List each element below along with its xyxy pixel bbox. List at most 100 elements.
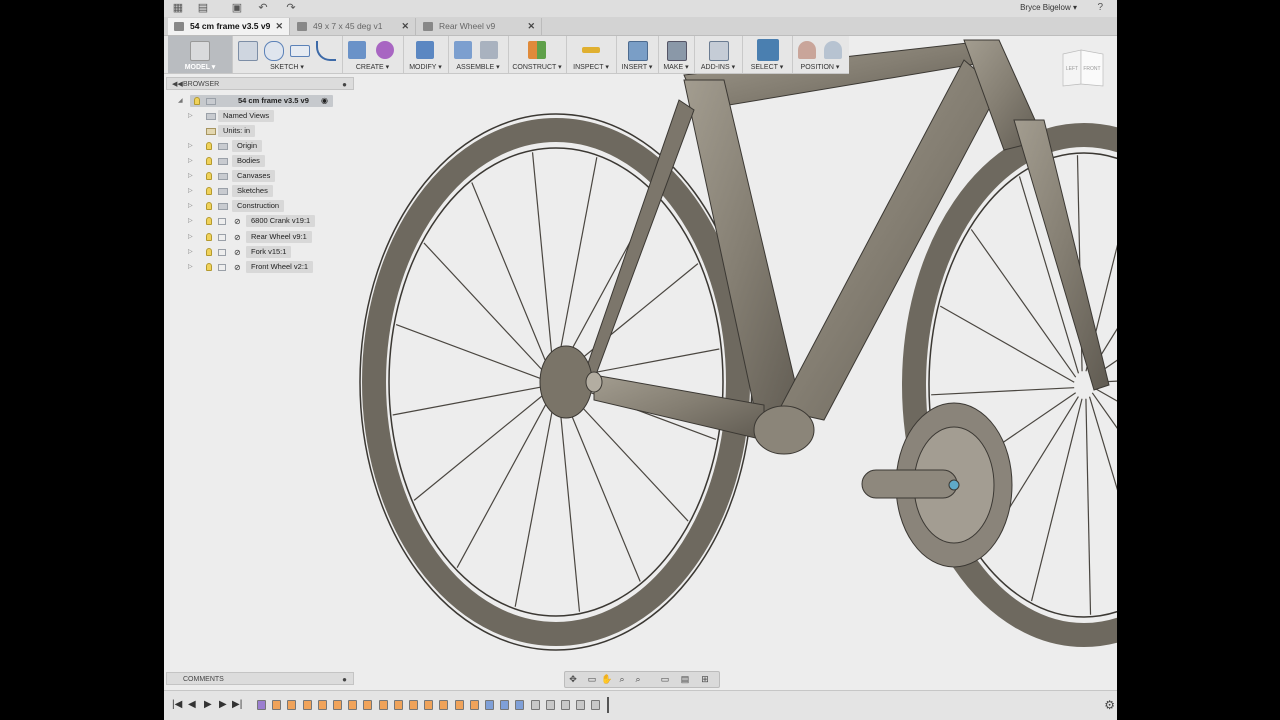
assemble-group[interactable]: ASSEMBLE ▾ [448, 36, 509, 73]
insert-group[interactable]: INSERT ▾ [616, 36, 659, 73]
expand-icon[interactable]: ▷ [188, 215, 193, 227]
pin-icon[interactable]: ● [342, 78, 347, 91]
comments-panel-header[interactable]: COMMENTS ● [166, 672, 354, 685]
timeline-feature[interactable] [576, 700, 586, 710]
tab-rear-wheel[interactable]: Rear Wheel v9 ✕ [417, 18, 542, 35]
timeline-feature[interactable] [591, 700, 601, 710]
visibility-bulb-icon[interactable] [206, 217, 212, 225]
timeline-feature[interactable] [454, 700, 464, 710]
orbit-icon[interactable]: ✥ [568, 674, 578, 684]
construct-group[interactable]: CONSTRUCT ▾ [508, 36, 567, 73]
pan-icon[interactable]: ✋ [601, 674, 612, 684]
new-component-icon[interactable] [454, 41, 472, 59]
visibility-bulb-icon[interactable] [206, 187, 212, 195]
timeline-feature[interactable] [469, 700, 479, 710]
redo-icon[interactable]: ↷ [284, 2, 298, 15]
close-icon[interactable]: ✕ [401, 18, 409, 35]
timeline-feature[interactable] [439, 700, 449, 710]
timeline-feature[interactable] [378, 700, 388, 710]
expand-icon[interactable]: ▷ [188, 170, 193, 182]
crank-arm[interactable] [861, 469, 958, 499]
viewports-icon[interactable]: ⊞ [700, 674, 710, 684]
timeline-feature[interactable] [257, 700, 266, 710]
close-icon[interactable]: ✕ [275, 18, 283, 35]
browser-panel-header[interactable]: ◀◀ BROWSER ● [166, 77, 354, 90]
expand-icon[interactable]: ▷ [188, 261, 193, 273]
inspect-group[interactable]: INSPECT ▾ [566, 36, 617, 73]
select-arrow-icon[interactable] [757, 39, 779, 61]
step-forward-button[interactable]: ▶ [219, 699, 227, 710]
help-icon[interactable]: ? [1097, 2, 1103, 13]
pin-icon[interactable]: ● [342, 673, 347, 686]
create-group[interactable]: CREATE ▾ [342, 36, 404, 73]
collapse-icon[interactable]: ◀◀ [172, 78, 183, 91]
timeline-feature[interactable] [317, 700, 327, 710]
go-to-start-button[interactable]: |◀ [172, 699, 182, 710]
visibility-bulb-icon[interactable] [194, 97, 200, 105]
undo-icon[interactable]: ↶ [256, 2, 270, 15]
timeline-feature[interactable] [485, 700, 494, 710]
select-group[interactable]: SELECT ▾ [742, 36, 793, 73]
display-settings-icon[interactable]: ▭ [660, 674, 670, 684]
modify-group[interactable]: MODIFY ▾ [403, 36, 449, 73]
capture-position-icon[interactable] [798, 41, 816, 59]
offset-plane-icon[interactable] [528, 41, 546, 59]
timeline-marker[interactable] [606, 697, 609, 713]
visibility-bulb-icon[interactable] [206, 142, 212, 150]
expand-icon[interactable]: ▷ [188, 185, 193, 197]
timeline-feature[interactable] [424, 700, 434, 710]
timeline-feature[interactable] [530, 700, 540, 710]
rear-hub-cassette[interactable] [539, 345, 593, 419]
timeline-feature[interactable] [348, 700, 358, 710]
look-at-icon[interactable]: ▭ [587, 674, 597, 684]
expand-icon[interactable]: ▷ [188, 140, 193, 152]
expand-icon[interactable]: ◢ [178, 95, 183, 107]
fork-blade[interactable] [1013, 119, 1110, 391]
fit-icon[interactable]: ⌕ [633, 674, 643, 684]
gear-icon[interactable]: ⚙ [1104, 698, 1115, 712]
sketch-create-icon[interactable] [238, 41, 258, 61]
expand-icon[interactable]: ▷ [188, 231, 193, 243]
tab-54cm-frame[interactable]: 54 cm frame v3.5 v9 ✕ [168, 18, 290, 35]
view-cube-left[interactable]: LEFT [1066, 66, 1078, 72]
make-group[interactable]: MAKE ▾ [658, 36, 695, 73]
zoom-icon[interactable]: ⌕ [617, 674, 627, 684]
extrude-icon[interactable] [348, 41, 366, 59]
add-ins-group[interactable]: ADD-INS ▾ [694, 36, 743, 73]
arc-icon[interactable] [264, 41, 284, 61]
user-menu[interactable]: Bryce Bigelow ▾ [1020, 3, 1077, 12]
timeline-feature[interactable] [545, 700, 555, 710]
measure-icon[interactable] [582, 47, 600, 53]
press-pull-icon[interactable] [416, 41, 434, 59]
sketch-group[interactable]: SKETCH ▾ [232, 36, 343, 73]
expand-icon[interactable]: ▷ [188, 246, 193, 258]
tab-49x7x45[interactable]: 49 x 7 x 45 deg v1 ✕ [291, 18, 416, 35]
visibility-bulb-icon[interactable] [206, 248, 212, 256]
visibility-bulb-icon[interactable] [206, 202, 212, 210]
bicycle-model[interactable] [359, 39, 1117, 651]
play-button[interactable]: ▶ [204, 699, 212, 710]
timeline-feature[interactable] [515, 700, 525, 710]
visibility-bulb-icon[interactable] [206, 263, 212, 271]
visibility-bulb-icon[interactable] [206, 157, 212, 165]
tree-root[interactable]: ◢ 54 cm frame v3.5 v9 ◉ [178, 95, 338, 107]
activate-radio-icon[interactable]: ◉ [321, 95, 328, 107]
timeline-feature[interactable] [561, 700, 570, 710]
timeline-feature[interactable] [272, 700, 282, 710]
form-icon[interactable] [376, 41, 394, 59]
revert-position-icon[interactable] [824, 41, 842, 59]
spline-icon[interactable] [316, 41, 336, 61]
timeline-feature[interactable] [393, 700, 403, 710]
grid-settings-icon[interactable]: ▤ [680, 674, 690, 684]
close-icon[interactable]: ✕ [527, 18, 535, 35]
bottom-bracket[interactable] [753, 405, 815, 455]
save-icon[interactable]: ▣ [230, 2, 244, 15]
go-to-end-button[interactable]: ▶| [232, 699, 242, 710]
visibility-bulb-icon[interactable] [206, 172, 212, 180]
visibility-bulb-icon[interactable] [206, 233, 212, 241]
rectangle-icon[interactable] [290, 45, 310, 57]
position-group[interactable]: POSITION ▾ [792, 36, 848, 73]
3d-print-icon[interactable] [667, 41, 687, 61]
timeline-feature[interactable] [500, 700, 510, 710]
scripts-icon[interactable] [709, 41, 729, 61]
